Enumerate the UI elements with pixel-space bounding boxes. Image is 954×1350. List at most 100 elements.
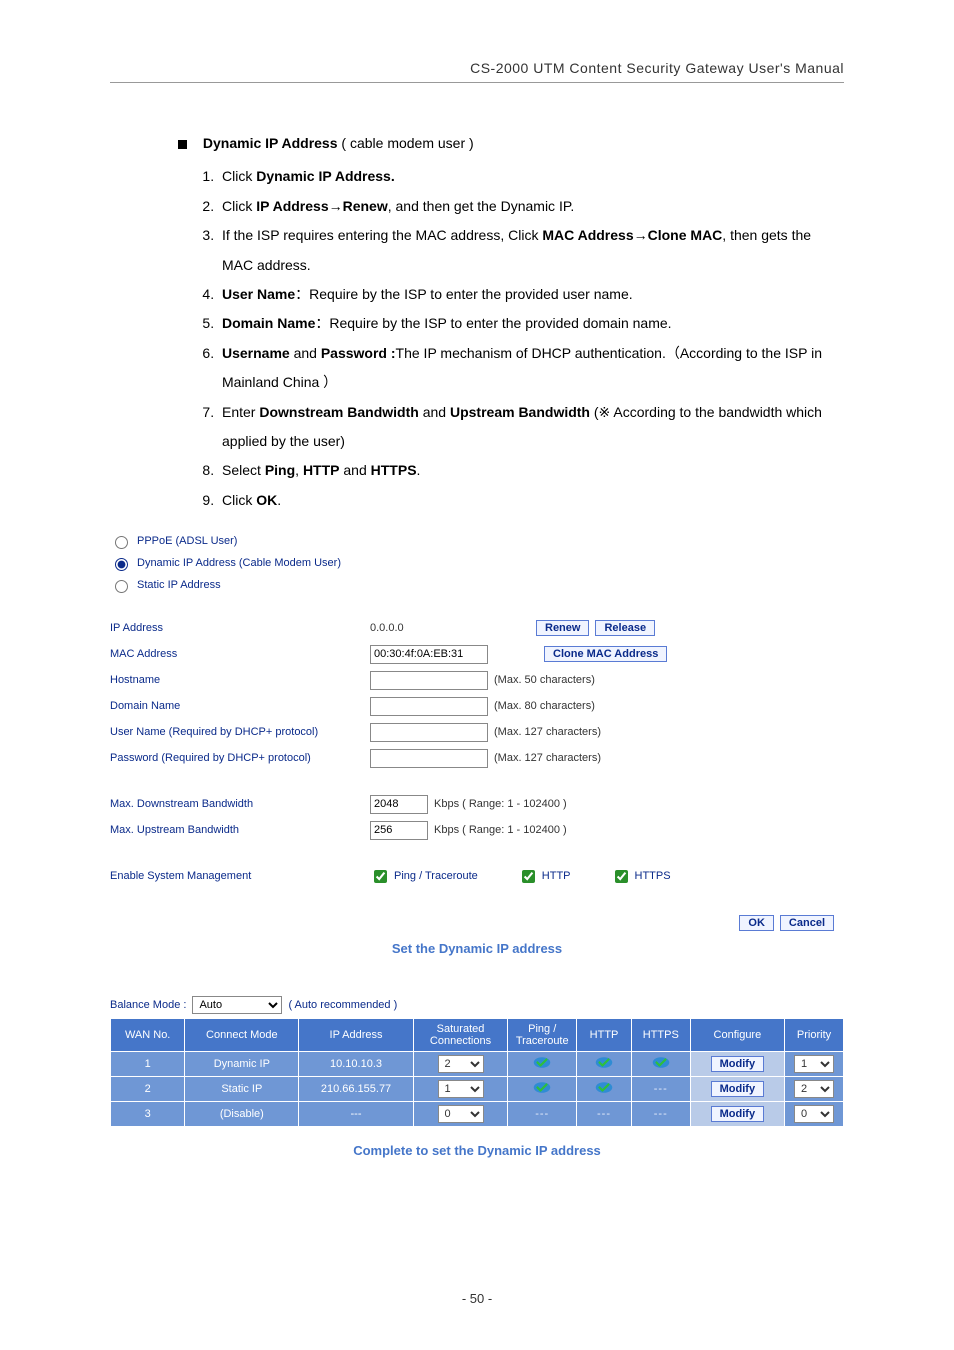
domain-name-label: Domain Name [110,700,370,712]
up-bw-input[interactable] [370,821,428,840]
radio-pppoe-label: PPPoE (ADSL User) [137,535,237,547]
user-name-input[interactable] [370,723,488,742]
hostname-hint: (Max. 50 characters) [494,674,595,686]
up-bw-label: Max. Upstream Bandwidth [110,824,370,836]
mac-address-label: MAC Address [110,648,370,660]
th-wan-no: WAN No. [111,1019,185,1052]
dash-icon: --- [535,1108,549,1120]
radio-pppoe[interactable]: PPPoE (ADSL User) [110,533,844,549]
check-icon [595,1081,613,1094]
modify-button[interactable]: Modify [711,1056,764,1072]
cell-ip: --- [299,1102,413,1127]
instr-item-6: Username and Password :The IP mechanism … [218,339,844,398]
th-https: HTTPS [631,1019,690,1052]
cell-https [631,1052,690,1077]
ok-button[interactable]: OK [739,915,774,931]
cell-http [577,1077,632,1102]
modify-button[interactable]: Modify [711,1106,764,1122]
modify-button[interactable]: Modify [711,1081,764,1097]
hostname-label: Hostname [110,674,370,686]
saturated-select[interactable]: 1 [438,1080,484,1098]
cancel-button[interactable]: Cancel [780,915,834,931]
th-configure: Configure [690,1019,784,1052]
cell-http: --- [577,1102,632,1127]
radio-static-input[interactable] [115,580,128,593]
cell-http [577,1052,632,1077]
cell-configure: Modify [690,1077,784,1102]
user-name-label: User Name (Required by DHCP+ protocol) [110,726,370,738]
th-ip-address: IP Address [299,1019,413,1052]
check-icon [595,1056,613,1069]
http-checkbox-input[interactable] [522,870,535,883]
radio-pppoe-input[interactable] [115,536,128,549]
domain-name-input[interactable] [370,697,488,716]
priority-select[interactable]: 0 [794,1105,834,1123]
priority-select[interactable]: 1 [794,1055,834,1073]
cell-saturated: 0 [413,1102,508,1127]
instr-item-1: Click Dynamic IP Address. [218,162,844,191]
release-button[interactable]: Release [595,620,655,636]
http-checkbox[interactable]: HTTP [518,867,571,886]
down-bw-hint: Kbps ( Range: 1 - 102400 ) [434,798,567,810]
balance-mode-label: Balance Mode : [110,999,186,1011]
cell-ping [508,1077,577,1102]
dash-icon: --- [654,1108,668,1120]
saturated-select[interactable]: 0 [438,1105,484,1123]
th-connect-mode: Connect Mode [185,1019,299,1052]
radio-static[interactable]: Static IP Address [110,577,844,593]
cell-wan-no: 1 [111,1052,185,1077]
heading-rest: ( cable modem user ) [338,135,474,151]
check-icon [533,1081,551,1094]
password-label: Password (Required by DHCP+ protocol) [110,752,370,764]
domain-name-hint: (Max. 80 characters) [494,700,595,712]
hostname-input[interactable] [370,671,488,690]
cell-connect-mode: Dynamic IP [185,1052,299,1077]
radio-dynamic-label: Dynamic IP Address (Cable Modem User) [137,557,341,569]
th-http: HTTP [577,1019,632,1052]
instr-item-9: Click OK. [218,486,844,515]
mac-address-input[interactable] [370,645,488,664]
saturated-select[interactable]: 2 [438,1055,484,1073]
cell-configure: Modify [690,1052,784,1077]
caption-set-dynamic-ip: Set the Dynamic IP address [110,941,844,956]
clone-mac-button[interactable]: Clone MAC Address [544,646,667,662]
balance-mode-select[interactable]: Auto [192,996,282,1014]
instr-item-2: Click IP Address→Renew, and then get the… [218,192,844,221]
renew-button[interactable]: Renew [536,620,589,636]
radio-dynamic[interactable]: Dynamic IP Address (Cable Modem User) [110,555,844,571]
password-input[interactable] [370,749,488,768]
cell-configure: Modify [690,1102,784,1127]
ping-checkbox-input[interactable] [374,870,387,883]
https-checkbox-input[interactable] [615,870,628,883]
up-bw-hint: Kbps ( Range: 1 - 102400 ) [434,824,567,836]
page-number: - 50 - [0,1291,954,1306]
cell-ip: 10.10.10.3 [299,1052,413,1077]
th-ping: Ping / Traceroute [508,1019,577,1052]
cell-ping [508,1052,577,1077]
instructions-block: Dynamic IP Address ( cable modem user ) … [110,129,844,515]
cell-saturated: 2 [413,1052,508,1077]
cell-saturated: 1 [413,1077,508,1102]
dash-icon: --- [597,1108,611,1120]
ping-checkbox-label: Ping / Traceroute [394,870,478,882]
page-header: CS-2000 UTM Content Security Gateway Use… [110,60,844,83]
th-saturated: Saturated Connections [413,1019,508,1052]
https-checkbox[interactable]: HTTPS [611,867,671,886]
ip-address-value: 0.0.0.0 [370,622,530,634]
radio-dynamic-input[interactable] [115,558,128,571]
caption-complete: Complete to set the Dynamic IP address [110,1143,844,1158]
cell-priority: 2 [785,1077,844,1102]
th-priority: Priority [785,1019,844,1052]
cell-wan-no: 3 [111,1102,185,1127]
user-name-hint: (Max. 127 characters) [494,726,601,738]
instr-item-5: Domain Name：Require by the ISP to enter … [218,309,844,338]
radio-static-label: Static IP Address [137,579,221,591]
down-bw-input[interactable] [370,795,428,814]
cell-priority: 0 [785,1102,844,1127]
cell-priority: 1 [785,1052,844,1077]
down-bw-label: Max. Downstream Bandwidth [110,798,370,810]
cell-connect-mode: Static IP [185,1077,299,1102]
instr-item-7: Enter Downstream Bandwidth and Upstream … [218,398,844,457]
priority-select[interactable]: 2 [794,1080,834,1098]
ping-checkbox[interactable]: Ping / Traceroute [370,867,478,886]
